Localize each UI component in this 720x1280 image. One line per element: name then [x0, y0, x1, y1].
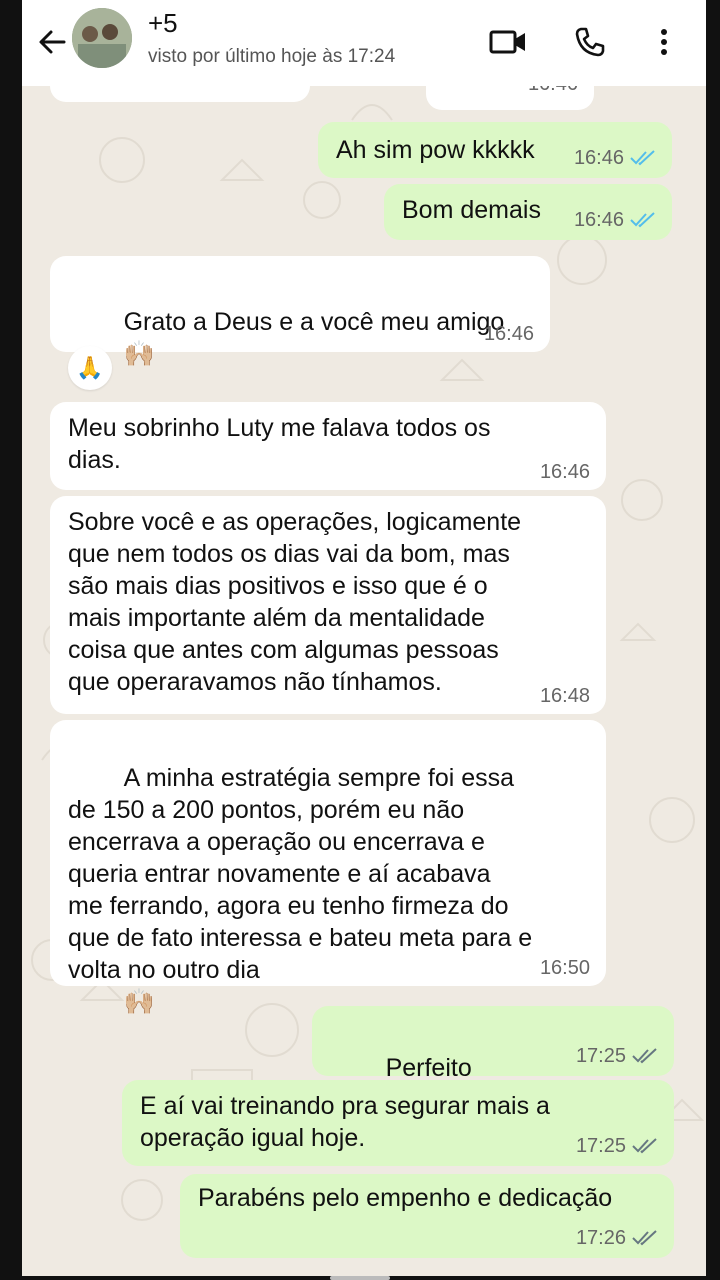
message-time: 16:46	[483, 323, 534, 345]
more-options-icon	[661, 29, 667, 55]
double-check-icon	[632, 1048, 657, 1064]
message-time: 17:25	[575, 1135, 626, 1157]
message-bubble-incoming[interactable]: Sobre você e as operações, logicamente q…	[50, 496, 606, 714]
message-bubble-outgoing[interactable]: Ah sim pow kkkkk 16:46	[318, 122, 672, 178]
home-indicator	[330, 1276, 390, 1280]
double-check-icon	[632, 1138, 657, 1154]
raised-hands-emoji: 🙌🏼	[123, 340, 155, 368]
message-text: Grato a Deus e a você meu amigo	[123, 308, 505, 336]
raised-hands-emoji: 🙌🏼	[123, 988, 155, 1016]
contact-name[interactable]: +5	[148, 8, 178, 39]
message-text: Ah sim pow kkkkk	[336, 136, 535, 164]
message-time: 17:26	[575, 1227, 626, 1249]
message-text: E aí vai treinando pra segurar mais a op…	[140, 1092, 550, 1152]
chat-window: 16:46 Ah sim pow kkkkk 16:46 Bom demais …	[22, 0, 706, 1276]
prayer-hands-emoji[interactable]: 🙏	[68, 346, 112, 390]
message-time: 16:46	[573, 147, 624, 169]
message-bubble-incoming[interactable]: Meu sobrinho Luty me falava todos os dia…	[50, 402, 606, 490]
message-bubble-outgoing[interactable]: Perfeito 👏🏼👏🏼👏🏼 17:25	[312, 1006, 674, 1114]
phone-icon	[575, 27, 605, 57]
message-time: 16:46	[573, 209, 624, 231]
message-list[interactable]: 16:46 Ah sim pow kkkkk 16:46 Bom demais …	[22, 0, 706, 1276]
message-text: Meu sobrinho Luty me falava todos os dia…	[68, 414, 491, 474]
message-text: A minha estratégia sempre foi essa de 15…	[68, 764, 533, 984]
double-check-icon	[630, 150, 655, 166]
avatar-image	[72, 8, 132, 68]
last-seen-status: visto por último hoje às 17:24	[148, 46, 396, 67]
message-text: Sobre você e as operações, logicamente q…	[68, 508, 522, 696]
double-check-icon	[632, 1230, 657, 1246]
message-time: 16:48	[539, 685, 590, 707]
message-text: Perfeito	[385, 1054, 472, 1082]
voice-call-button[interactable]	[568, 20, 612, 64]
message-text-wrapper: A minha estratégia sempre foi essa de 15…	[68, 730, 532, 1050]
message-bubble-outgoing[interactable]: Bom demais 16:46	[384, 184, 672, 240]
message-text: Bom demais	[402, 196, 541, 224]
message-time: 16:46	[539, 461, 590, 483]
message-text: Parabéns pelo empenho e dedicação	[198, 1184, 613, 1212]
video-call-icon	[489, 30, 525, 54]
message-time: 16:50	[539, 957, 590, 979]
double-check-icon	[630, 212, 655, 228]
back-button[interactable]	[34, 24, 70, 60]
chat-header: +5 visto por último hoje às 17:24	[22, 0, 706, 86]
video-call-button[interactable]	[486, 20, 530, 64]
more-options-button[interactable]	[642, 20, 686, 64]
message-time: 17:25	[575, 1045, 626, 1067]
back-arrow-icon	[39, 30, 66, 54]
message-bubble-outgoing[interactable]: E aí vai treinando pra segurar mais a op…	[122, 1080, 674, 1166]
avatar[interactable]	[72, 8, 132, 68]
message-bubble-incoming[interactable]: Grato a Deus e a você meu amigo 🙌🏼 16:46	[50, 256, 550, 368]
message-bubble-incoming[interactable]: A minha estratégia sempre foi essa de 15…	[50, 720, 606, 1016]
message-bubble-outgoing[interactable]: Parabéns pelo empenho e dedicação 17:26	[180, 1174, 674, 1258]
